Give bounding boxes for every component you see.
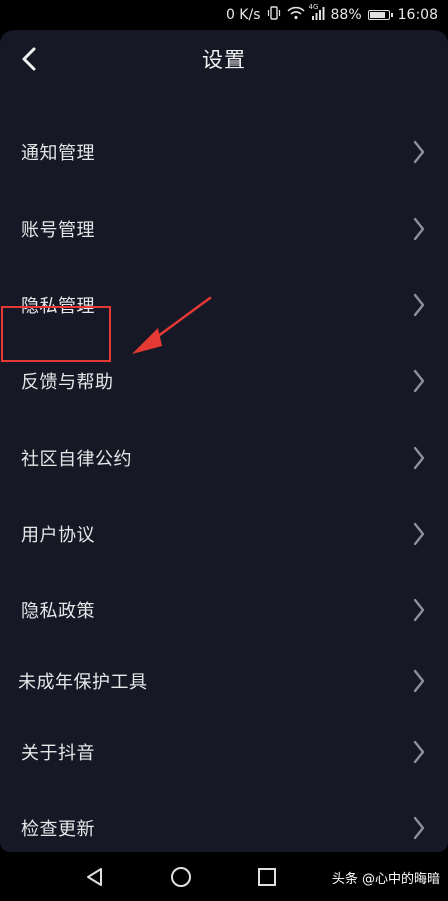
menu-item-minor-protection[interactable]: 未成年保护工具: [0, 651, 448, 711]
menu-item-label: 未成年保护工具: [18, 672, 148, 693]
menu-item-notifications[interactable]: 通知管理: [0, 122, 448, 182]
menu-item-label: 检查更新: [21, 819, 95, 840]
menu-item-about[interactable]: 关于抖音: [0, 722, 448, 782]
chevron-right-icon: [412, 739, 426, 765]
signal-icon: 4G: [309, 3, 325, 24]
nav-back-icon[interactable]: [84, 866, 106, 892]
network-type: 4G: [308, 2, 319, 11]
nav-recents-icon[interactable]: [256, 866, 278, 892]
chevron-right-icon: [412, 668, 426, 694]
annotation-highlight-box: [1, 306, 111, 362]
menu-item-label: 隐私政策: [21, 601, 95, 622]
status-bar: 0 K/s 4G 88% 16:08: [0, 0, 448, 30]
chevron-right-icon: [412, 292, 426, 318]
menu-item-user-agreement[interactable]: 用户协议: [0, 504, 448, 564]
menu-item-label: 反馈与帮助: [21, 372, 114, 393]
chevron-right-icon: [412, 216, 426, 242]
menu-item-label: 通知管理: [21, 143, 95, 164]
watermark: 头条 @心中的晦暗: [331, 872, 440, 887]
menu-item-community[interactable]: 社区自律公约: [0, 428, 448, 488]
net-speed: 0 K/s: [225, 7, 261, 23]
annotation-arrow-icon: [128, 294, 218, 364]
chevron-right-icon: [412, 139, 426, 165]
header: 设置: [0, 30, 448, 88]
chevron-right-icon: [412, 445, 426, 471]
vibrate-icon: [267, 6, 281, 24]
chevron-right-icon: [412, 368, 426, 394]
menu-item-privacy-policy[interactable]: 隐私政策: [0, 580, 448, 640]
nav-home-icon[interactable]: [170, 866, 192, 892]
chevron-right-icon: [412, 521, 426, 547]
menu-item-label: 账号管理: [21, 220, 95, 241]
menu-item-label: 社区自律公约: [21, 449, 132, 470]
page-title: 设置: [202, 48, 246, 72]
menu-item-account[interactable]: 账号管理: [0, 199, 448, 259]
chevron-right-icon: [412, 815, 426, 841]
clock: 16:08: [397, 7, 438, 23]
settings-screen: 设置 通知管理 账号管理 隐私管理 反馈与帮助 社区自律公约 用户协议 隐私政策: [0, 30, 448, 852]
menu-item-label: 用户协议: [21, 525, 95, 546]
battery-icon: [367, 10, 393, 20]
menu-item-label: 关于抖音: [21, 743, 95, 764]
system-nav-bar: 头条 @心中的晦暗: [0, 852, 448, 901]
menu-item-check-update[interactable]: 检查更新: [0, 798, 448, 852]
battery-percent: 88%: [330, 7, 362, 23]
wifi-icon: [286, 6, 305, 24]
chevron-right-icon: [412, 597, 426, 623]
